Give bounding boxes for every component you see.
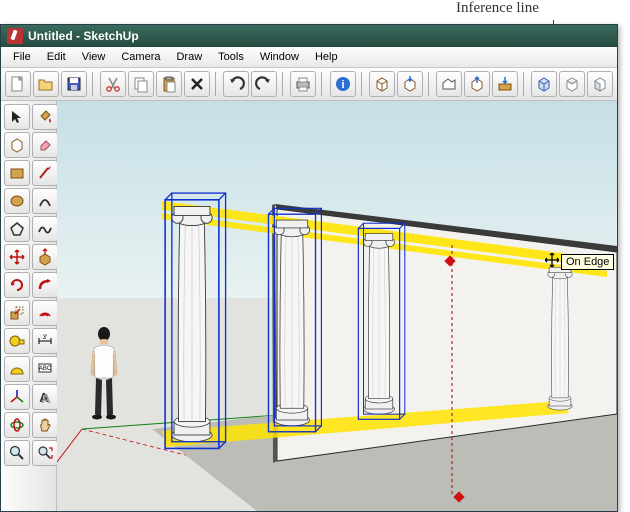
svg-text:A: A <box>41 391 51 406</box>
eraser-tool-button[interactable] <box>32 132 58 158</box>
svg-text:3': 3' <box>43 335 47 341</box>
share-model-button[interactable] <box>464 71 490 97</box>
toolbar-sep <box>215 72 218 96</box>
copy-button[interactable] <box>128 71 154 97</box>
annotation-inference-label: Inference line <box>456 0 539 17</box>
svg-text:i: i <box>341 79 344 91</box>
tool-palette: 3' ABC AA <box>1 101 57 511</box>
component-tool-button[interactable] <box>4 132 30 158</box>
protractor-tool-button[interactable] <box>4 356 30 382</box>
select-tool-button[interactable] <box>4 104 30 130</box>
inference-tooltip: On Edge <box>561 254 614 270</box>
undo-button[interactable] <box>223 71 249 97</box>
toolbar-sep <box>282 72 285 96</box>
place-model-button[interactable] <box>492 71 518 97</box>
menu-file[interactable]: File <box>5 49 39 65</box>
offset-tool-button[interactable] <box>32 300 58 326</box>
orbit-tool-button[interactable] <box>4 412 30 438</box>
toolbar-sep <box>361 72 364 96</box>
arc-tool-button[interactable] <box>32 188 58 214</box>
toolbar-sep <box>523 72 526 96</box>
new-button[interactable] <box>5 71 31 97</box>
menu-help[interactable]: Help <box>307 49 346 65</box>
scale-figure-icon <box>91 327 117 420</box>
front-view-button[interactable] <box>587 71 613 97</box>
save-button[interactable] <box>61 71 87 97</box>
titlebar: Untitled - SketchUp <box>1 25 617 47</box>
pushpull-tool-button[interactable] <box>32 244 58 270</box>
viewport-3d[interactable]: On Edge <box>57 101 617 511</box>
followme-tool-button[interactable] <box>32 272 58 298</box>
menubar: File Edit View Camera Draw Tools Window … <box>1 47 617 68</box>
rectangle-tool-button[interactable] <box>4 160 30 186</box>
move-cursor-icon <box>545 253 559 270</box>
rotate-tool-button[interactable] <box>4 272 30 298</box>
line-tool-button[interactable] <box>32 160 58 186</box>
toolbar-sep <box>92 72 95 96</box>
app-icon <box>7 28 23 44</box>
open-button[interactable] <box>33 71 59 97</box>
app-window: Untitled - SketchUp File Edit View Camer… <box>0 24 618 512</box>
scale-tool-button[interactable] <box>4 300 30 326</box>
get-models-button[interactable] <box>397 71 423 97</box>
freehand-tool-button[interactable] <box>32 216 58 242</box>
iso-view-button[interactable] <box>531 71 557 97</box>
menu-tools[interactable]: Tools <box>210 49 252 65</box>
model-info-button[interactable]: i <box>330 71 356 97</box>
toggle-terrain-button[interactable] <box>436 71 462 97</box>
dimension-tool-button[interactable]: 3' <box>32 328 58 354</box>
window-title: Untitled - SketchUp <box>28 29 139 43</box>
zoom-extents-tool-button[interactable] <box>32 440 58 466</box>
main-toolbar: i <box>1 68 617 101</box>
toolbar-sep <box>428 72 431 96</box>
polygon-tool-button[interactable] <box>4 216 30 242</box>
menu-camera[interactable]: Camera <box>113 49 168 65</box>
cut-button[interactable] <box>100 71 126 97</box>
axes-tool-button[interactable] <box>4 384 30 410</box>
circle-tool-button[interactable] <box>4 188 30 214</box>
redo-button[interactable] <box>251 71 277 97</box>
menu-edit[interactable]: Edit <box>39 49 74 65</box>
menu-window[interactable]: Window <box>252 49 307 65</box>
menu-view[interactable]: View <box>74 49 114 65</box>
svg-text:ABC: ABC <box>39 366 52 372</box>
make-component-button[interactable] <box>369 71 395 97</box>
3dtext-tool-button[interactable]: AA <box>32 384 58 410</box>
scene-svg <box>57 101 617 511</box>
zoom-tool-button[interactable] <box>4 440 30 466</box>
menu-draw[interactable]: Draw <box>168 49 210 65</box>
delete-button[interactable] <box>184 71 210 97</box>
toolbar-sep <box>321 72 324 96</box>
move-tool-button[interactable] <box>4 244 30 270</box>
paint-bucket-tool-button[interactable] <box>32 104 58 130</box>
workspace: 3' ABC AA <box>1 101 617 511</box>
text-tool-button[interactable]: ABC <box>32 356 58 382</box>
tape-tool-button[interactable] <box>4 328 30 354</box>
paste-button[interactable] <box>156 71 182 97</box>
top-view-button[interactable] <box>559 71 585 97</box>
pan-tool-button[interactable] <box>32 412 58 438</box>
print-button[interactable] <box>290 71 316 97</box>
